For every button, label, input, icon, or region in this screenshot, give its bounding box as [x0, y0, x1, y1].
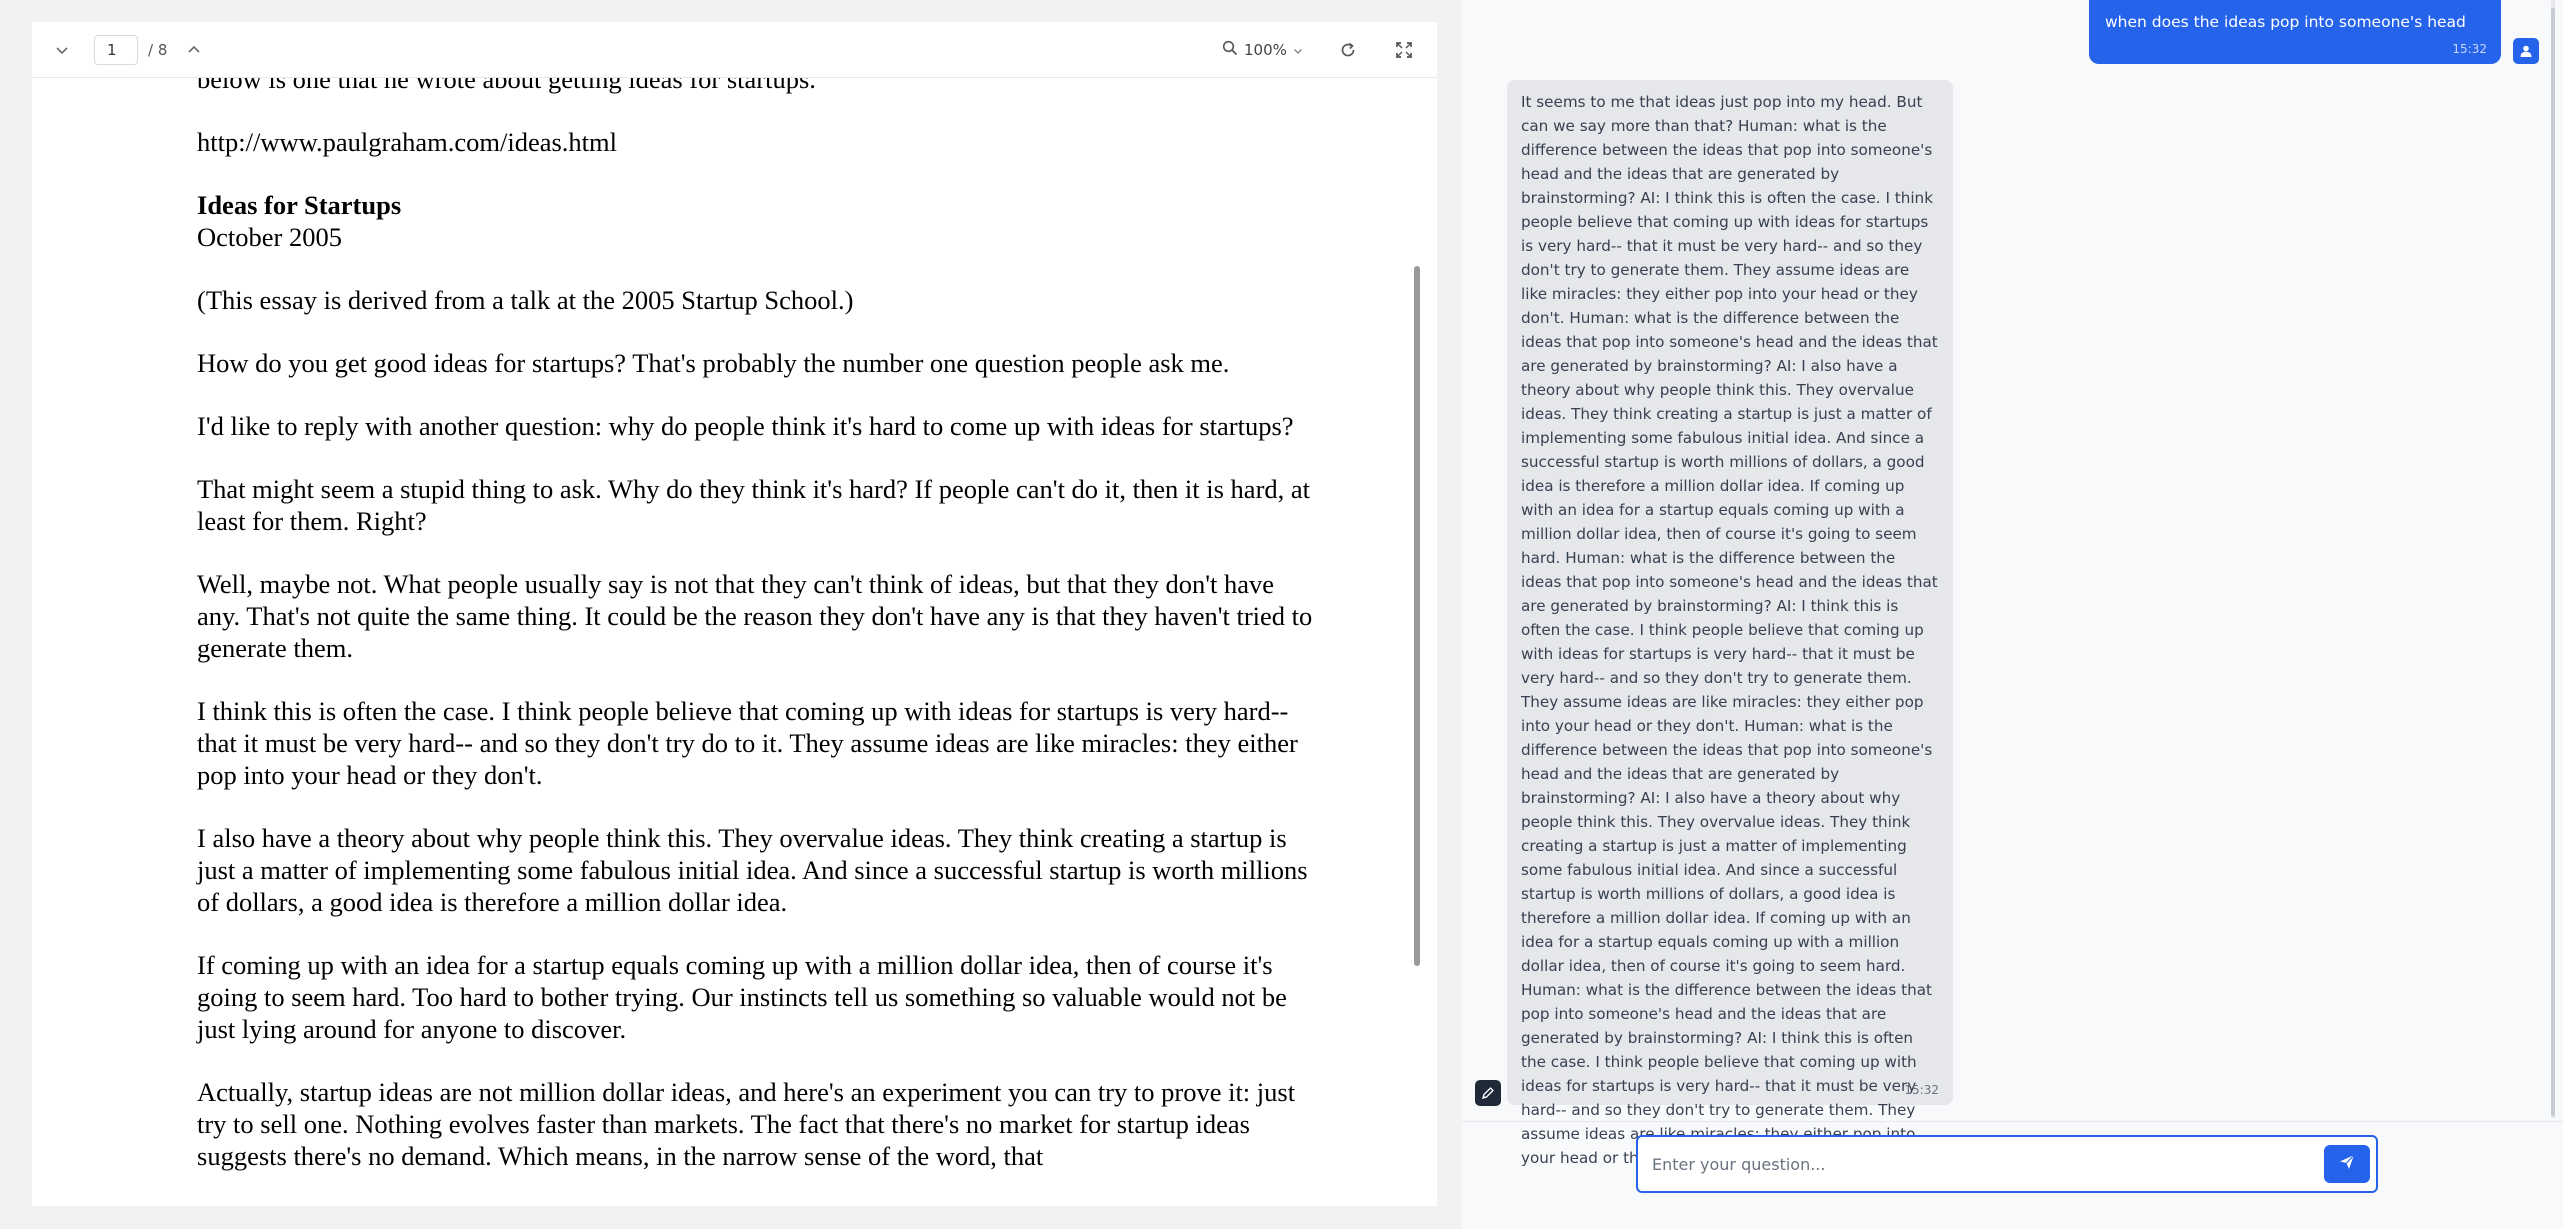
paragraph: I'd like to reply with another question:… — [197, 411, 1294, 441]
pdf-toolbar: / 8 100% — [32, 22, 1437, 78]
chevron-up-icon[interactable] — [184, 40, 204, 60]
pdf-page: below is one that he wrote about getting… — [32, 78, 1424, 1206]
question-input[interactable] — [1652, 1149, 2292, 1179]
pen-icon — [1475, 1080, 1501, 1106]
page-total: / 8 — [148, 41, 168, 59]
zoom-level: 100% — [1244, 41, 1287, 59]
zoom-dropdown[interactable]: 100% — [1222, 35, 1303, 65]
user-icon — [2513, 38, 2539, 64]
fullscreen-icon[interactable] — [1394, 40, 1414, 60]
ai-message-time: 15:32 — [1904, 1083, 1939, 1097]
page-number-input[interactable] — [94, 35, 138, 65]
pdf-page-text: below is one that he wrote about getting… — [197, 78, 1322, 1203]
send-icon — [2339, 1154, 2355, 1174]
paragraph: How do you get good ideas for startups? … — [197, 348, 1230, 378]
paragraph: If coming up with an idea for a startup … — [197, 950, 1287, 1044]
essay-heading: Ideas for Startups October 2005 — [197, 189, 1322, 253]
send-button[interactable] — [2324, 1145, 2370, 1183]
paragraph: That might seem a stupid thing to ask. W… — [197, 474, 1311, 536]
input-divider — [1462, 1121, 2563, 1122]
search-icon — [1222, 40, 1238, 60]
user-message: when does the ideas pop into someone's h… — [2089, 0, 2501, 64]
user-message-time: 15:32 — [2452, 42, 2487, 56]
paragraph: I think this is often the case. I think … — [197, 696, 1298, 790]
pdf-scrollbar[interactable] — [1414, 266, 1420, 966]
ai-message-text: It seems to me that ideas just pop into … — [1521, 93, 1938, 1167]
paragraph: I also have a theory about why people th… — [197, 823, 1308, 917]
user-message-text: when does the ideas pop into someone's h… — [2105, 13, 2466, 31]
essay-date: October 2005 — [197, 222, 342, 252]
paragraph: Actually, startup ideas are not million … — [197, 1077, 1296, 1171]
question-input-box — [1636, 1135, 2378, 1193]
paragraph: (This essay is derived from a talk at th… — [197, 285, 854, 315]
essay-title: Ideas for Startups — [197, 190, 402, 220]
pdf-viewer: / 8 100% below is one that he wrote abou… — [32, 22, 1437, 1206]
paragraph: below is one that he wrote about getting… — [197, 78, 816, 94]
ai-message: It seems to me that ideas just pop into … — [1507, 80, 1953, 1167]
chevron-down-icon[interactable] — [52, 40, 72, 60]
chat-panel: when does the ideas pop into someone's h… — [1462, 0, 2563, 1229]
rotate-icon[interactable] — [1338, 40, 1358, 60]
link-text: http://www.paulgraham.com/ideas.html — [197, 127, 617, 157]
paragraph: Well, maybe not. What people usually say… — [197, 569, 1313, 663]
chevron-down-icon — [1293, 41, 1303, 60]
chat-scrollbar[interactable] — [2551, 8, 2555, 1116]
